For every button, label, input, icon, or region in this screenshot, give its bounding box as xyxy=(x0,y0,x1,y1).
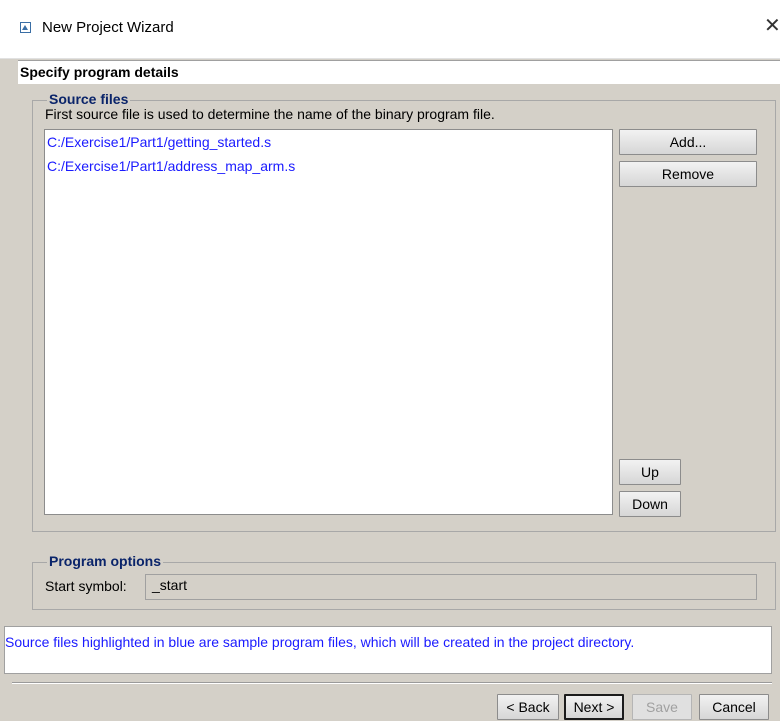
list-item[interactable]: C:/Exercise1/Part1/getting_started.s xyxy=(47,134,271,150)
move-down-button[interactable]: Down xyxy=(619,491,681,517)
title-bar: New Project Wizard ✕ xyxy=(0,0,780,59)
remove-file-button[interactable]: Remove xyxy=(619,161,757,187)
add-file-button[interactable]: Add... xyxy=(619,129,757,155)
program-options-group: Program options Start symbol: _start xyxy=(32,553,776,610)
source-files-legend: Source files xyxy=(47,91,131,107)
page-title: Specify program details xyxy=(20,64,179,80)
back-button[interactable]: < Back xyxy=(497,694,559,720)
close-icon[interactable]: ✕ xyxy=(764,16,780,36)
cancel-button[interactable]: Cancel xyxy=(699,694,769,720)
next-button[interactable]: Next > xyxy=(564,694,624,720)
start-symbol-field[interactable]: _start xyxy=(145,574,757,600)
wizard-app-icon xyxy=(20,22,31,33)
info-message: Source files highlighted in blue are sam… xyxy=(5,634,635,650)
wizard-body: Source files First source file is used t… xyxy=(4,84,780,721)
save-button: Save xyxy=(632,694,692,720)
source-files-group: Source files First source file is used t… xyxy=(32,91,776,532)
page-header: Specify program details xyxy=(18,60,780,85)
start-symbol-label: Start symbol: xyxy=(45,578,127,594)
program-options-legend: Program options xyxy=(47,553,164,569)
source-file-list[interactable]: C:/Exercise1/Part1/getting_started.s C:/… xyxy=(44,129,613,515)
source-files-hint: First source file is used to determine t… xyxy=(45,106,495,122)
footer-divider xyxy=(12,682,772,684)
list-item[interactable]: C:/Exercise1/Part1/address_map_arm.s xyxy=(47,158,295,174)
info-message-box: Source files highlighted in blue are sam… xyxy=(4,626,772,674)
window-title: New Project Wizard xyxy=(42,19,174,36)
move-up-button[interactable]: Up xyxy=(619,459,681,485)
